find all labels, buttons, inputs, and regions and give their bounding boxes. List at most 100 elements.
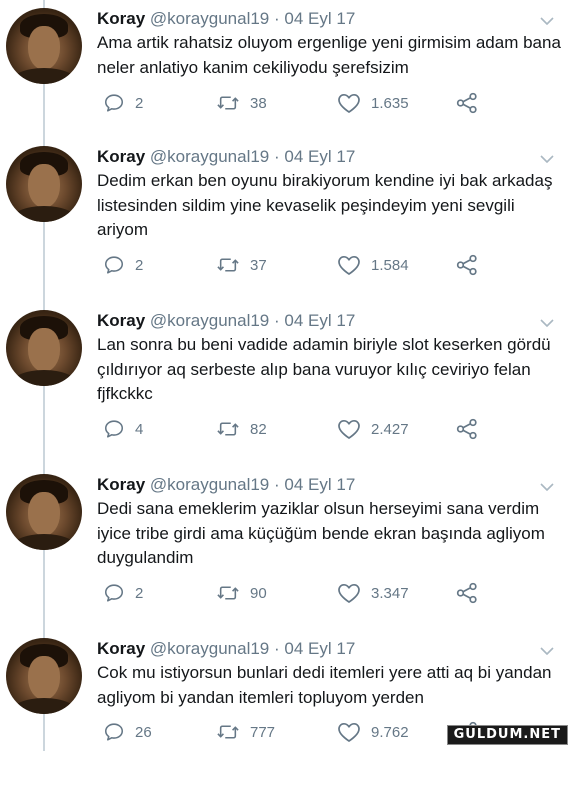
like-count: 3.347	[371, 584, 409, 602]
reply-icon	[103, 254, 125, 276]
like-button[interactable]: 9.762	[337, 720, 409, 744]
share-icon	[455, 254, 479, 276]
avatar-shirt	[10, 370, 78, 386]
user-handle[interactable]: @koraygunal19	[150, 147, 269, 166]
reply-button[interactable]: 2	[103, 581, 143, 605]
avatar[interactable]	[6, 638, 82, 714]
tweet[interactable]: Koray @koraygunal19 · 04 Eyl 17 Cok mu is…	[0, 638, 574, 802]
share-icon	[455, 92, 479, 114]
share-icon	[455, 582, 479, 604]
avatar-face	[28, 492, 60, 536]
chevron-down-icon[interactable]	[539, 316, 555, 328]
reply-icon	[103, 92, 125, 114]
retweet-icon	[216, 254, 240, 276]
tweet-date[interactable]: 04 Eyl 17	[284, 147, 355, 166]
like-button[interactable]: 1.584	[337, 253, 409, 277]
tweet[interactable]: Koray @koraygunal19 · 04 Eyl 17 Dedi sana…	[0, 474, 574, 638]
retweet-icon	[216, 721, 240, 743]
user-handle[interactable]: @koraygunal19	[150, 311, 269, 330]
tweet-text: Ama artik rahatsiz oluyom ergenlige yeni…	[97, 33, 561, 77]
display-name[interactable]: Koray	[97, 147, 145, 166]
reply-button[interactable]: 26	[103, 720, 152, 744]
like-count: 2.427	[371, 420, 409, 438]
retweet-button[interactable]: 90	[216, 581, 267, 605]
retweet-icon	[216, 582, 240, 604]
tweet-actions: 2 37 1.584	[97, 253, 567, 277]
display-name[interactable]: Koray	[97, 475, 145, 494]
chevron-down-icon[interactable]	[539, 14, 555, 26]
avatar[interactable]	[6, 474, 82, 550]
like-icon	[337, 721, 361, 743]
display-name[interactable]: Koray	[97, 311, 145, 330]
retweet-button[interactable]: 37	[216, 253, 267, 277]
retweet-count: 777	[250, 723, 276, 741]
like-count: 1.635	[371, 94, 409, 112]
share-button[interactable]	[455, 417, 479, 441]
tweet-date[interactable]: 04 Eyl 17	[284, 639, 355, 658]
tweet-header: Koray @koraygunal19 · 04 Eyl 17	[97, 474, 355, 496]
like-count: 9.762	[371, 723, 409, 741]
display-name[interactable]: Koray	[97, 9, 145, 28]
avatar[interactable]	[6, 310, 82, 386]
avatar[interactable]	[6, 8, 82, 84]
reply-icon	[103, 582, 125, 604]
like-button[interactable]: 1.635	[337, 91, 409, 115]
tweet-actions: 4 82 2.427	[97, 417, 567, 441]
tweet-date[interactable]: 04 Eyl 17	[284, 9, 355, 28]
retweet-button[interactable]: 82	[216, 417, 267, 441]
retweet-icon	[216, 92, 240, 114]
reply-icon	[103, 418, 125, 440]
reply-count: 2	[135, 94, 144, 112]
like-count: 1.584	[371, 256, 409, 274]
reply-count: 2	[135, 584, 144, 602]
display-name[interactable]: Koray	[97, 639, 145, 658]
tweet-date[interactable]: 04 Eyl 17	[284, 311, 355, 330]
user-handle[interactable]: @koraygunal19	[150, 639, 269, 658]
header-separator: ·	[274, 9, 280, 28]
header-separator: ·	[274, 475, 280, 494]
tweet-text: Dedim erkan ben oyunu birakiyorum kendin…	[97, 171, 553, 239]
share-button[interactable]	[455, 253, 479, 277]
share-button[interactable]	[455, 581, 479, 605]
tweet-actions: 2 90 3.347	[97, 581, 567, 605]
tweet-text: Lan sonra bu beni vadide adamin biriyle …	[97, 335, 551, 403]
reply-button[interactable]: 2	[103, 91, 143, 115]
retweet-count: 82	[250, 420, 267, 438]
avatar[interactable]	[6, 146, 82, 222]
avatar-shirt	[10, 206, 78, 222]
tweet[interactable]: Koray @koraygunal19 · 04 Eyl 17 Dedim erk…	[0, 146, 574, 310]
tweet[interactable]: Koray @koraygunal19 · 04 Eyl 17 Lan sonra…	[0, 310, 574, 474]
retweet-count: 37	[250, 256, 267, 274]
tweet-header: Koray @koraygunal19 · 04 Eyl 17	[97, 8, 355, 30]
watermark: GULDUM.NET	[446, 725, 568, 745]
chevron-down-icon[interactable]	[539, 152, 555, 164]
avatar-face	[28, 26, 60, 70]
reply-button[interactable]: 2	[103, 253, 143, 277]
like-button[interactable]: 3.347	[337, 581, 409, 605]
retweet-button[interactable]: 38	[216, 91, 267, 115]
reply-count: 2	[135, 256, 144, 274]
like-icon	[337, 254, 361, 276]
user-handle[interactable]: @koraygunal19	[150, 475, 269, 494]
tweet-header: Koray @koraygunal19 · 04 Eyl 17	[97, 146, 355, 168]
header-separator: ·	[274, 311, 280, 330]
share-button[interactable]	[455, 91, 479, 115]
share-icon	[455, 418, 479, 440]
header-separator: ·	[274, 147, 280, 166]
chevron-down-icon[interactable]	[539, 480, 555, 492]
tweet-date[interactable]: 04 Eyl 17	[284, 475, 355, 494]
like-icon	[337, 92, 361, 114]
like-button[interactable]: 2.427	[337, 417, 409, 441]
tweet-header: Koray @koraygunal19 · 04 Eyl 17	[97, 310, 355, 332]
retweet-button[interactable]: 777	[216, 720, 275, 744]
avatar-face	[28, 656, 60, 700]
retweet-count: 90	[250, 584, 267, 602]
reply-icon	[103, 721, 125, 743]
header-separator: ·	[274, 639, 280, 658]
like-icon	[337, 418, 361, 440]
reply-button[interactable]: 4	[103, 417, 143, 441]
chevron-down-icon[interactable]	[539, 644, 555, 656]
user-handle[interactable]: @koraygunal19	[150, 9, 269, 28]
like-icon	[337, 582, 361, 604]
avatar-shirt	[10, 534, 78, 550]
